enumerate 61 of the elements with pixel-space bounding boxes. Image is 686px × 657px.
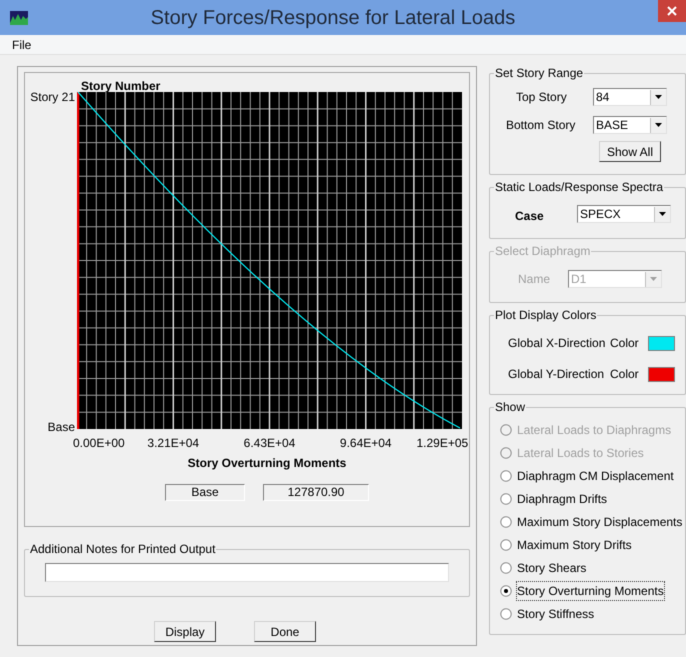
field-label: Bottom Story: [506, 117, 576, 134]
field-label: Top Story: [515, 89, 568, 106]
close-icon: [667, 6, 677, 16]
axis-title: Story Overturning Moments: [186, 455, 348, 472]
caret-icon: [655, 95, 662, 99]
radio-icon: [500, 562, 512, 574]
radio-option[interactable]: Maximum Story Displacements: [500, 514, 685, 530]
radio-icon: [500, 516, 512, 528]
axis-tick-label: 9.64E+04: [340, 435, 392, 452]
readout-field: Base: [165, 484, 245, 501]
group-title: Static Loads/Response Spectra: [494, 180, 664, 194]
radio-icon: [500, 608, 512, 620]
show-all-button[interactable]: Show All: [599, 141, 661, 162]
axis-title: Story Number: [81, 78, 162, 92]
radio-option[interactable]: Diaphragm Drifts: [500, 491, 685, 507]
radio-option: Lateral Loads to Stories: [500, 445, 685, 461]
radio-option[interactable]: Diaphragm CM Displacement: [500, 468, 685, 484]
group-title: Select Diaphragm: [494, 244, 592, 258]
story-dropdown[interactable]: 84: [593, 88, 667, 106]
axis-tick-label: 0.00E+00: [73, 435, 125, 452]
story-dropdown[interactable]: BASE: [593, 116, 667, 134]
window-title: Story Forces/Response for Lateral Loads: [150, 6, 516, 30]
radio-icon: [500, 470, 512, 482]
field-label: Global Y-Direction: [508, 366, 606, 383]
field-label: Global X-Direction: [508, 335, 606, 352]
app-icon: [10, 10, 28, 24]
axis-tick-label: 1.29E+05: [416, 435, 468, 452]
group-title: Set Story Range: [494, 66, 584, 80]
field-label: Case: [515, 208, 545, 225]
group-title: Show: [494, 400, 526, 414]
group-title: Plot Display Colors: [494, 308, 598, 322]
radio-icon: [500, 447, 512, 459]
radio-option[interactable]: Maximum Story Drifts: [500, 537, 685, 553]
color-swatch[interactable]: [648, 366, 675, 382]
caret-icon: [655, 123, 662, 127]
field-label: Color: [610, 366, 640, 383]
radio-option: Lateral Loads to Diaphragms: [500, 422, 685, 438]
group-title: Additional Notes for Printed Output: [29, 542, 216, 556]
menu-item[interactable]: File: [12, 36, 32, 54]
axis-label: Base: [48, 421, 75, 433]
radio-option[interactable]: Story Stiffness: [500, 606, 685, 622]
radio-icon: [500, 585, 512, 597]
radio-option[interactable]: Story Shears: [500, 560, 685, 576]
notes-field[interactable]: [45, 563, 449, 582]
axis-tick-label: 6.43E+04: [244, 435, 296, 452]
color-swatch[interactable]: [648, 336, 675, 350]
axis-tick-label: 3.21E+04: [147, 435, 200, 452]
caret-icon: [659, 212, 666, 216]
dialog-button[interactable]: Display: [154, 621, 216, 642]
dialog-button[interactable]: Done: [254, 621, 316, 642]
radio-icon: [500, 493, 512, 505]
field-label: Name: [518, 271, 552, 288]
radio-icon: [500, 539, 512, 551]
close-button[interactable]: [658, 0, 686, 22]
axis-label: Story 21: [30, 91, 75, 103]
radio-option[interactable]: Story Overturning Moments: [500, 583, 685, 599]
field-label: Color: [610, 335, 640, 352]
caret-icon: [650, 277, 657, 281]
case-dropdown[interactable]: SPECX: [577, 205, 671, 223]
radio-icon: [500, 424, 512, 436]
readout-field: 127870.90: [263, 484, 369, 501]
